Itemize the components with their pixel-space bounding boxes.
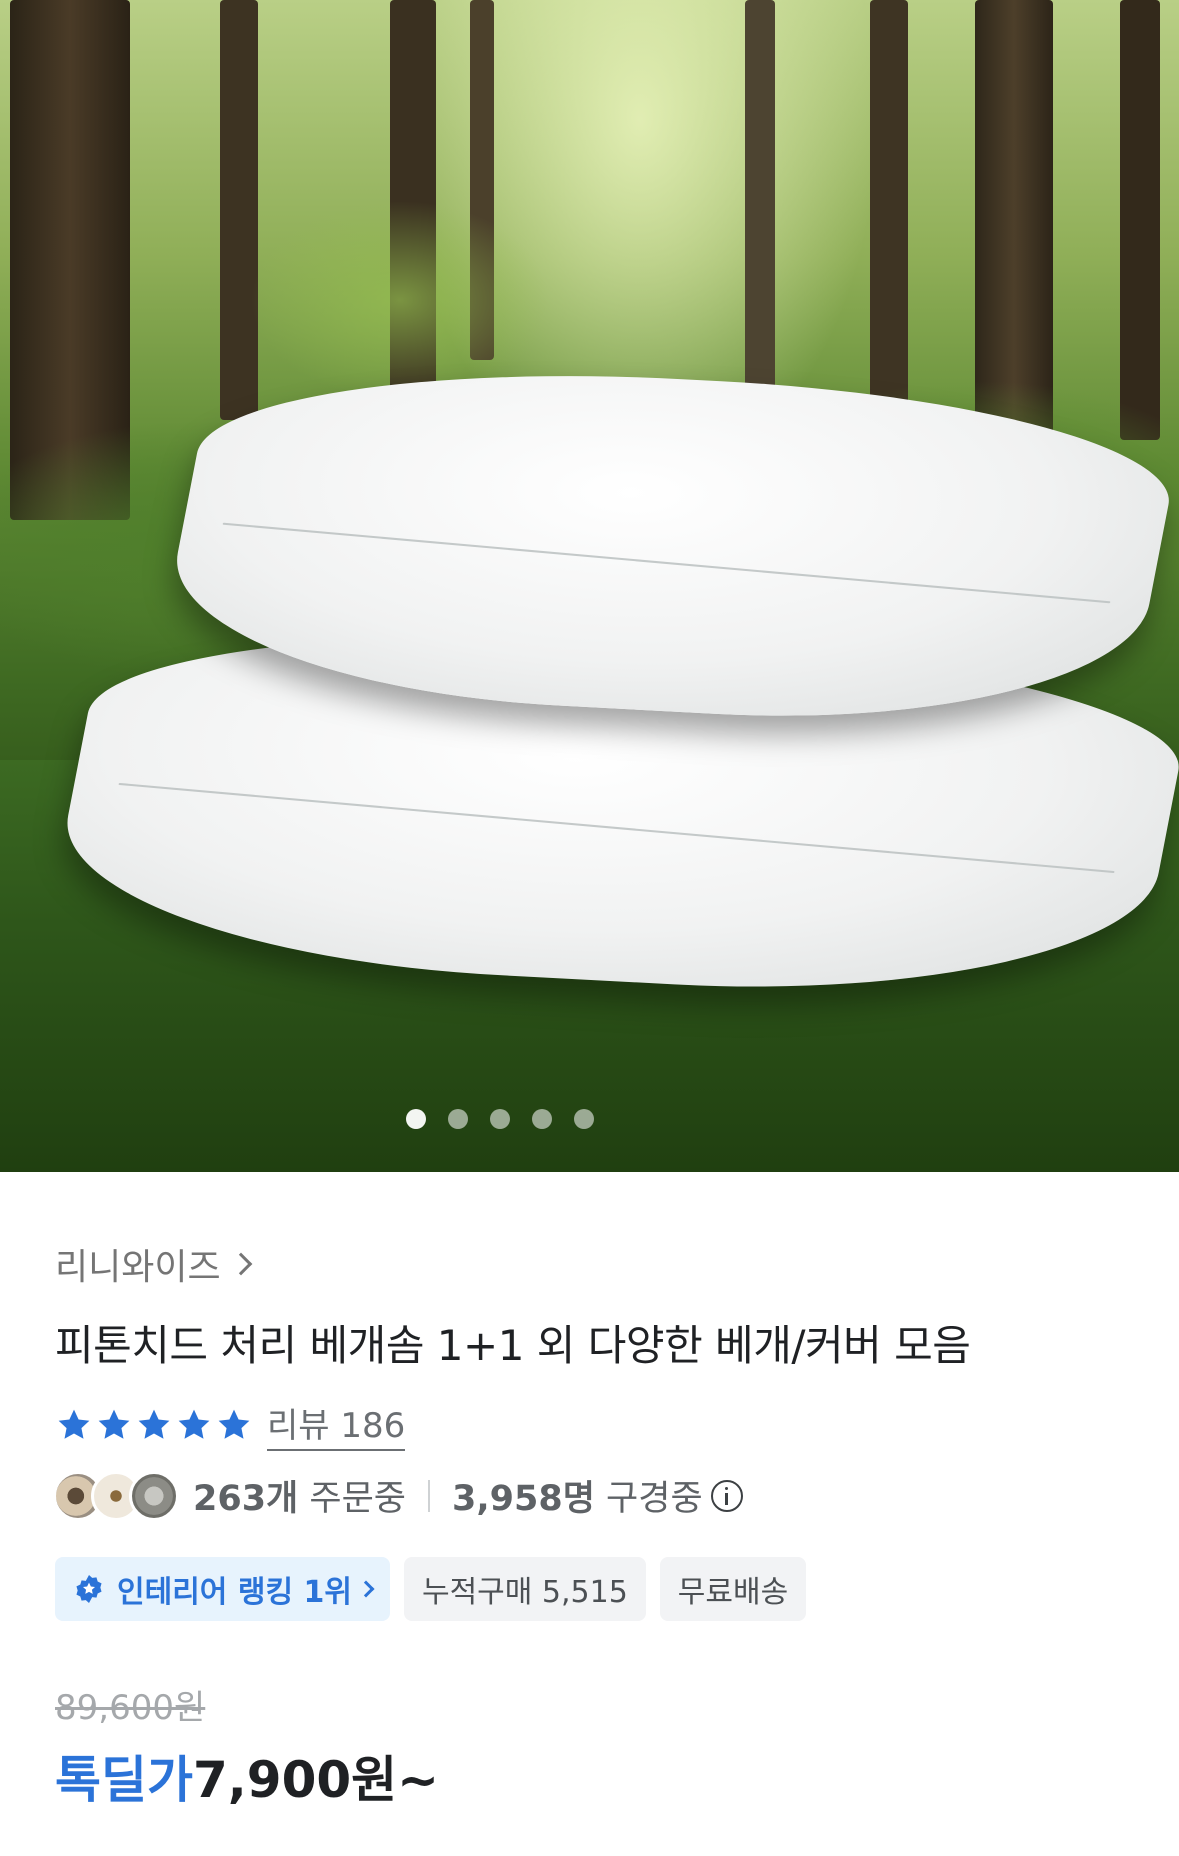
carousel-indicator xyxy=(0,1109,1179,1129)
star-icon xyxy=(58,1409,90,1439)
tree-trunk xyxy=(1120,0,1160,440)
tree-trunk xyxy=(870,0,908,420)
star-icon xyxy=(218,1409,250,1439)
badge-chips: 인테리어 랭킹 1위 누적구매 5,515 무료배송 xyxy=(55,1557,807,1621)
ranking-chip[interactable]: 인테리어 랭킹 1위 xyxy=(55,1557,390,1621)
chevron-right-icon xyxy=(229,1252,252,1276)
carousel-dot[interactable] xyxy=(405,1109,426,1129)
orders-label: 주문중 xyxy=(298,1479,406,1519)
star-rating xyxy=(55,1406,253,1444)
review-count-link[interactable]: 리뷰 186 xyxy=(267,1398,406,1451)
chevron-right-icon xyxy=(357,1580,375,1598)
sale-price-row: 톡딜가 7,900원~ xyxy=(55,1740,439,1812)
activity-row: 263개 주문중 3,958명 구경중 xyxy=(53,1470,743,1521)
ranking-badge-icon xyxy=(76,1575,102,1603)
free-shipping-chip: 무료배송 xyxy=(659,1557,807,1621)
ranking-chip-label: 인테리어 랭킹 1위 xyxy=(117,1575,352,1610)
product-image-carousel[interactable] xyxy=(0,0,1179,1172)
carousel-dot[interactable] xyxy=(489,1109,510,1129)
buyer-avatars xyxy=(53,1470,179,1521)
star-icon xyxy=(138,1409,170,1439)
viewers-label: 구경중 xyxy=(594,1479,703,1519)
viewers-stat: 3,958명 구경중 xyxy=(452,1470,703,1521)
orders-stat: 263개 주문중 xyxy=(193,1470,406,1521)
carousel-dot[interactable] xyxy=(447,1109,468,1129)
tree-trunk xyxy=(220,0,258,420)
star-icon xyxy=(178,1409,210,1439)
divider xyxy=(428,1479,430,1512)
cumulative-purchase-chip: 누적구매 5,515 xyxy=(403,1557,646,1621)
brand-link[interactable]: 리니와이즈 xyxy=(55,1238,252,1290)
star-icon xyxy=(98,1409,130,1439)
info-icon[interactable] xyxy=(710,1479,743,1512)
tree-trunk xyxy=(745,0,775,400)
carousel-dot[interactable] xyxy=(531,1109,552,1129)
original-price: 89,600원 xyxy=(55,1688,206,1728)
carousel-dot[interactable] xyxy=(573,1109,594,1129)
viewers-count: 3,958명 xyxy=(452,1479,595,1519)
foliage xyxy=(250,200,550,400)
rating-row: 리뷰 186 xyxy=(55,1398,406,1451)
orders-count: 263개 xyxy=(193,1479,299,1519)
product-title: 피톤치드 처리 베개솜 1+1 외 다양한 베개/커버 모음 xyxy=(55,1321,971,1370)
sale-label: 톡딜가 xyxy=(55,1751,193,1809)
brand-name: 리니와이즈 xyxy=(55,1247,221,1288)
sale-price: 7,900원~ xyxy=(193,1751,440,1809)
avatar xyxy=(129,1470,179,1521)
